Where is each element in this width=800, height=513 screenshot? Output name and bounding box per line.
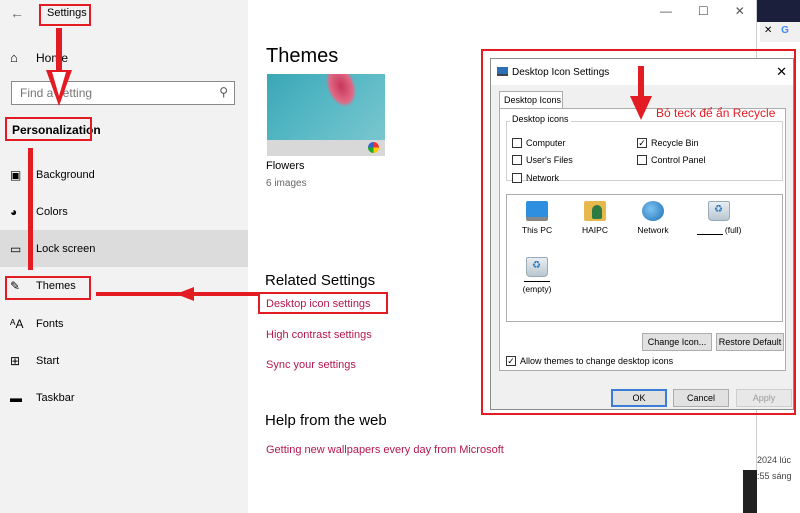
theme-thumbnail-flowers[interactable] bbox=[267, 74, 385, 156]
browser-titlebar bbox=[757, 0, 800, 22]
wallpapers-help-link[interactable]: Getting new wallpapers every day from Mi… bbox=[266, 444, 504, 456]
maximize-icon[interactable]: ☐ bbox=[698, 4, 709, 18]
search-input[interactable] bbox=[12, 82, 202, 104]
annotation-arrow-down-icon-2 bbox=[630, 96, 652, 120]
annotation-box-desktop-icon-link bbox=[258, 292, 388, 314]
page-title: Themes bbox=[266, 45, 339, 67]
back-arrow-icon[interactable]: ← bbox=[10, 5, 24, 21]
peek-line-2: :55 sáng bbox=[757, 471, 792, 481]
sidebar-item-background[interactable]: ▣ Background bbox=[0, 156, 248, 193]
theme-name: Flowers bbox=[266, 160, 305, 172]
annotation-box-personalization bbox=[5, 117, 92, 141]
sidebar-item-label: Start bbox=[36, 354, 60, 367]
home-label: Home bbox=[36, 50, 69, 65]
sidebar-item-lock-screen[interactable]: ▭ Lock screen bbox=[0, 230, 248, 267]
sidebar-item-fonts[interactable]: ᴬA Fonts bbox=[0, 305, 248, 342]
annotation-arrow-down-inner bbox=[52, 72, 66, 96]
minimize-icon[interactable]: — bbox=[660, 4, 672, 18]
annotation-text: Bỏ teck để ẩn Recycle bbox=[656, 106, 776, 120]
sidebar-item-label: Lock screen bbox=[36, 242, 96, 255]
peek-line-1: 2024 lúc bbox=[757, 455, 792, 465]
window-controls: — ☐ ✕ bbox=[660, 4, 745, 18]
sidebar-item-start[interactable]: ⊞ Start bbox=[0, 342, 248, 379]
flower-image bbox=[320, 74, 362, 112]
related-settings-heading: Related Settings bbox=[265, 272, 376, 289]
sidebar-item-label: Taskbar bbox=[36, 391, 75, 404]
browser-tab[interactable]: ✕ G bbox=[760, 22, 800, 42]
sync-settings-link[interactable]: Sync your settings bbox=[266, 359, 356, 371]
annotation-box-themes bbox=[5, 276, 91, 300]
start-icon: ⊞ bbox=[10, 353, 21, 368]
sidebar-item-colors[interactable]: ◕ Colors bbox=[0, 193, 248, 230]
google-icon: G bbox=[781, 25, 789, 36]
sidebar-item-label: Fonts bbox=[36, 317, 64, 330]
settings-search-box: ⚲ bbox=[11, 81, 235, 105]
high-contrast-settings-link[interactable]: High contrast settings bbox=[266, 329, 372, 341]
taskbar-icon: ▬ bbox=[10, 390, 22, 405]
settings-sidebar: ← Settings ⌂ Home ⚲ Personalization ▣ Ba… bbox=[0, 0, 248, 513]
fonts-icon: ᴬA bbox=[10, 316, 24, 331]
home-icon: ⌂ bbox=[10, 50, 18, 65]
annotation-vertical-line bbox=[28, 148, 33, 270]
search-icon[interactable]: ⚲ bbox=[219, 85, 228, 99]
browser-peek-text: 2024 lúc :55 sáng bbox=[757, 452, 792, 484]
close-icon[interactable]: ✕ bbox=[735, 4, 745, 18]
help-heading: Help from the web bbox=[265, 412, 387, 429]
annotation-box-settings bbox=[39, 4, 91, 26]
sidebar-item-label: Background bbox=[36, 168, 95, 181]
annotation-arrow-shaft-2 bbox=[638, 66, 644, 100]
sidebar-item-label: Colors bbox=[36, 205, 68, 218]
tab-close-icon[interactable]: ✕ bbox=[764, 25, 772, 36]
taskbar-corner bbox=[743, 470, 757, 513]
theme-image-count: 6 images bbox=[266, 178, 307, 189]
annotation-arrow-left-icon bbox=[176, 287, 194, 301]
color-wheel-icon bbox=[368, 142, 379, 153]
sidebar-item-taskbar[interactable]: ▬ Taskbar bbox=[0, 379, 248, 416]
